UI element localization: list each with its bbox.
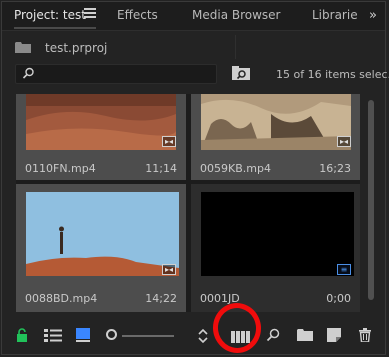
icon-view-icon[interactable] [76,328,90,342]
grid-scrollbar[interactable] [366,92,376,312]
clip-thumbnail [26,94,176,150]
sequence-badge-icon: ≡ [337,264,351,275]
project-panel: Project: test Effects Media Browser Libr… [1,1,389,355]
sequence-thumbnail [201,192,354,276]
tab-effects[interactable]: Effects [117,8,158,22]
zoom-slider-track[interactable] [122,335,174,337]
list-view-icon[interactable] [44,328,62,342]
clip-thumbnail [201,94,351,150]
video-audio-badge-icon: ▸◂ [162,264,176,275]
video-audio-badge-icon: ▸◂ [162,136,176,147]
divider [235,35,236,59]
video-audio-badge-icon: ▸◂ [337,136,351,147]
clip-card[interactable]: ▸◂ 0110FN.mp4 11;14 [16,94,186,180]
active-tab-indicator [14,27,96,29]
clip-duration: 14;22 [145,292,177,305]
sequence-card[interactable]: ≡ 0001JD 0;00 [191,184,360,312]
scrollbar-thumb[interactable] [368,100,374,300]
clip-thumbnail [26,192,179,276]
folder-icon [15,42,31,53]
clip-name: 0059KB.mp4 [200,162,271,175]
sort-icon[interactable] [198,328,208,344]
tab-media-browser[interactable]: Media Browser [192,8,280,22]
clip-duration: 16;23 [319,162,351,175]
clip-grid: ▸◂ 0110FN.mp4 11;14 ▸◂ 0059KB.mp4 16;23 [16,94,360,312]
selection-count: 15 of 16 items selec... [276,68,389,81]
project-filename: test.prproj [45,41,108,55]
new-item-icon[interactable] [327,328,341,342]
panel-menu-icon[interactable] [84,8,96,20]
trash-icon[interactable] [359,328,371,342]
panel-tab-bar: Project: test Effects Media Browser Libr… [2,2,385,31]
tab-project[interactable]: Project: test [14,8,86,22]
lock-icon[interactable] [16,328,28,342]
sequence-duration: 0;00 [326,292,351,305]
search-input[interactable] [15,64,217,84]
clip-name: 0110FN.mp4 [25,162,96,175]
clip-name: 0088BD.mp4 [25,292,98,305]
find-icon[interactable] [266,328,280,342]
find-in-bin-icon[interactable] [230,64,254,84]
tab-overflow-icon[interactable]: » [369,8,377,23]
project-file-row: test.prproj [2,32,385,62]
new-bin-icon[interactable] [297,328,313,341]
search-icon [22,67,34,79]
search-row: 15 of 16 items selec... [2,62,389,88]
clip-duration: 11;14 [145,162,177,175]
zoom-slider-knob[interactable] [106,329,117,340]
project-toolbar [2,318,385,354]
tab-libraries[interactable]: Librarie [312,8,358,22]
clip-card[interactable]: ▸◂ 0088BD.mp4 14;22 [16,184,186,312]
clip-card[interactable]: ▸◂ 0059KB.mp4 16;23 [191,94,360,180]
